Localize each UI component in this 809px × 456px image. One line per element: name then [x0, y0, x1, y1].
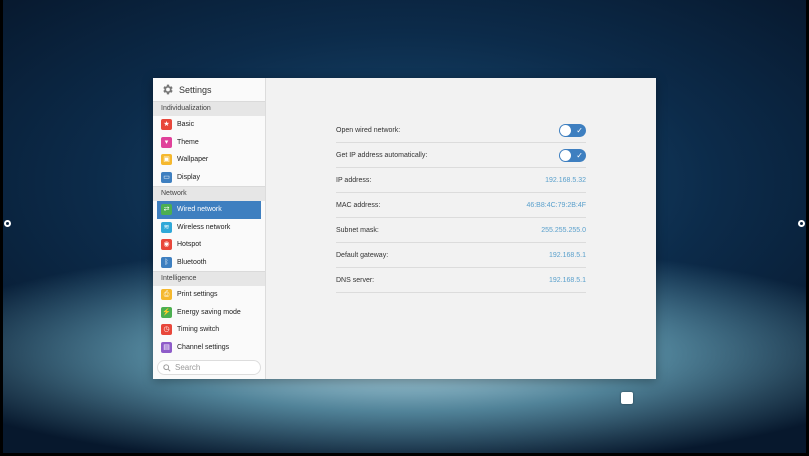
search-placeholder: Search [175, 363, 201, 372]
subnet-mask-value: 255.255.255.0 [541, 226, 586, 234]
subnet-mask-label: Subnet mask: [336, 226, 379, 234]
sidebar-item-wallpaper[interactable]: ▣ Wallpaper [153, 151, 265, 169]
sidebar: Settings Individualization ★ Basic ▾ The… [153, 78, 266, 379]
sidebar-header: Settings [153, 78, 265, 101]
energy-icon: ⚡ [161, 306, 172, 318]
dns-server-label: DNS server: [336, 276, 375, 284]
wired-network-icon: ⇄ [161, 204, 172, 216]
sidebar-item-channel-settings[interactable]: ▤ Channel settings [153, 339, 265, 357]
mac-address-value: 46:B8:4C:79:2B:4F [526, 201, 586, 209]
timer-icon: ◷ [161, 324, 172, 336]
section-individualization: Individualization [153, 101, 265, 116]
check-icon: ✓ [576, 125, 583, 135]
sidebar-item-basic[interactable]: ★ Basic [153, 116, 265, 134]
default-gateway-value: 192.168.5.1 [549, 251, 586, 259]
dns-server-value: 192.168.5.1 [549, 276, 586, 284]
sidebar-item-wireless-network[interactable]: ≋ Wireless network [153, 219, 265, 237]
wifi-icon: ≋ [161, 221, 172, 233]
section-intelligence: Intelligence [153, 271, 265, 286]
row-subnet-mask[interactable]: Subnet mask: 255.255.255.0 [336, 218, 586, 243]
sidebar-item-wired-network[interactable]: ⇄ Wired network [157, 201, 261, 219]
ip-address-label: IP address: [336, 176, 372, 184]
wired-settings-list: Open wired network: ✓ Get IP address aut… [336, 118, 586, 293]
sidebar-item-label: Wallpaper [177, 156, 209, 164]
ip-address-value: 192.168.5.32 [545, 176, 586, 184]
sidebar-item-display[interactable]: ▭ Display [153, 169, 265, 187]
sidebar-item-label: Hotspot [177, 241, 202, 249]
print-icon: ⎙ [161, 289, 172, 301]
right-edge-handle-icon[interactable] [798, 220, 805, 227]
wallpaper-icon: ▣ [161, 154, 172, 166]
check-icon: ✓ [576, 150, 583, 160]
settings-title: Settings [179, 84, 212, 95]
auto-ip-label: Get IP address automatically: [336, 151, 428, 159]
toggle-knob [560, 124, 571, 136]
sidebar-item-theme[interactable]: ▾ Theme [153, 134, 265, 152]
display-icon: ▭ [161, 171, 172, 183]
auto-ip-toggle[interactable]: ✓ [559, 148, 586, 162]
row-auto-ip: Get IP address automatically: ✓ [336, 143, 586, 168]
row-open-wired-network: Open wired network: ✓ [336, 118, 586, 143]
sidebar-item-label: Bluetooth [177, 258, 207, 266]
search-icon [163, 363, 171, 372]
row-default-gateway[interactable]: Default gateway: 192.168.5.1 [336, 243, 586, 268]
bluetooth-icon: ᛒ [161, 256, 172, 268]
open-wired-network-toggle[interactable]: ✓ [559, 123, 586, 137]
screen-frame-left [0, 0, 3, 456]
sidebar-item-label: Timing switch [177, 326, 220, 334]
sidebar-item-bluetooth[interactable]: ᛒ Bluetooth [153, 254, 265, 272]
default-gateway-label: Default gateway: [336, 251, 389, 259]
search-input[interactable]: Search [157, 360, 261, 375]
sidebar-item-label: Wired network [177, 206, 222, 214]
sidebar-item-label: Basic [177, 121, 195, 129]
sidebar-item-print-settings[interactable]: ⎙ Print settings [153, 286, 265, 304]
sidebar-item-energy-saving-mode[interactable]: ⚡ Energy saving mode [153, 304, 265, 322]
sidebar-item-label: Print settings [177, 291, 218, 299]
settings-window: Settings Individualization ★ Basic ▾ The… [153, 78, 656, 379]
wired-network-panel: Open wired network: ✓ Get IP address aut… [266, 78, 656, 379]
row-ip-address[interactable]: IP address: 192.168.5.32 [336, 168, 586, 193]
row-mac-address: MAC address: 46:B8:4C:79:2B:4F [336, 193, 586, 218]
sidebar-item-label: Theme [177, 138, 199, 146]
sidebar-item-label: Display [177, 173, 200, 181]
settings-gear-icon [163, 84, 173, 95]
toggle-knob [560, 149, 571, 161]
section-network: Network [153, 186, 265, 201]
sidebar-item-label: Energy saving mode [177, 308, 241, 316]
hotspot-icon: ◉ [161, 239, 172, 251]
floating-square-button[interactable] [621, 392, 633, 404]
left-edge-handle-icon[interactable] [4, 220, 11, 227]
sidebar-item-hotspot[interactable]: ◉ Hotspot [153, 236, 265, 254]
theme-icon: ▾ [161, 136, 172, 148]
basic-icon: ★ [161, 119, 172, 131]
sidebar-item-label: Channel settings [177, 343, 230, 351]
open-wired-network-label: Open wired network: [336, 126, 401, 134]
mac-address-label: MAC address: [336, 201, 381, 209]
sidebar-item-timing-switch[interactable]: ◷ Timing switch [153, 321, 265, 339]
row-dns-server[interactable]: DNS server: 192.168.5.1 [336, 268, 586, 293]
sidebar-item-label: Wireless network [177, 223, 231, 231]
channel-icon: ▤ [161, 341, 172, 353]
